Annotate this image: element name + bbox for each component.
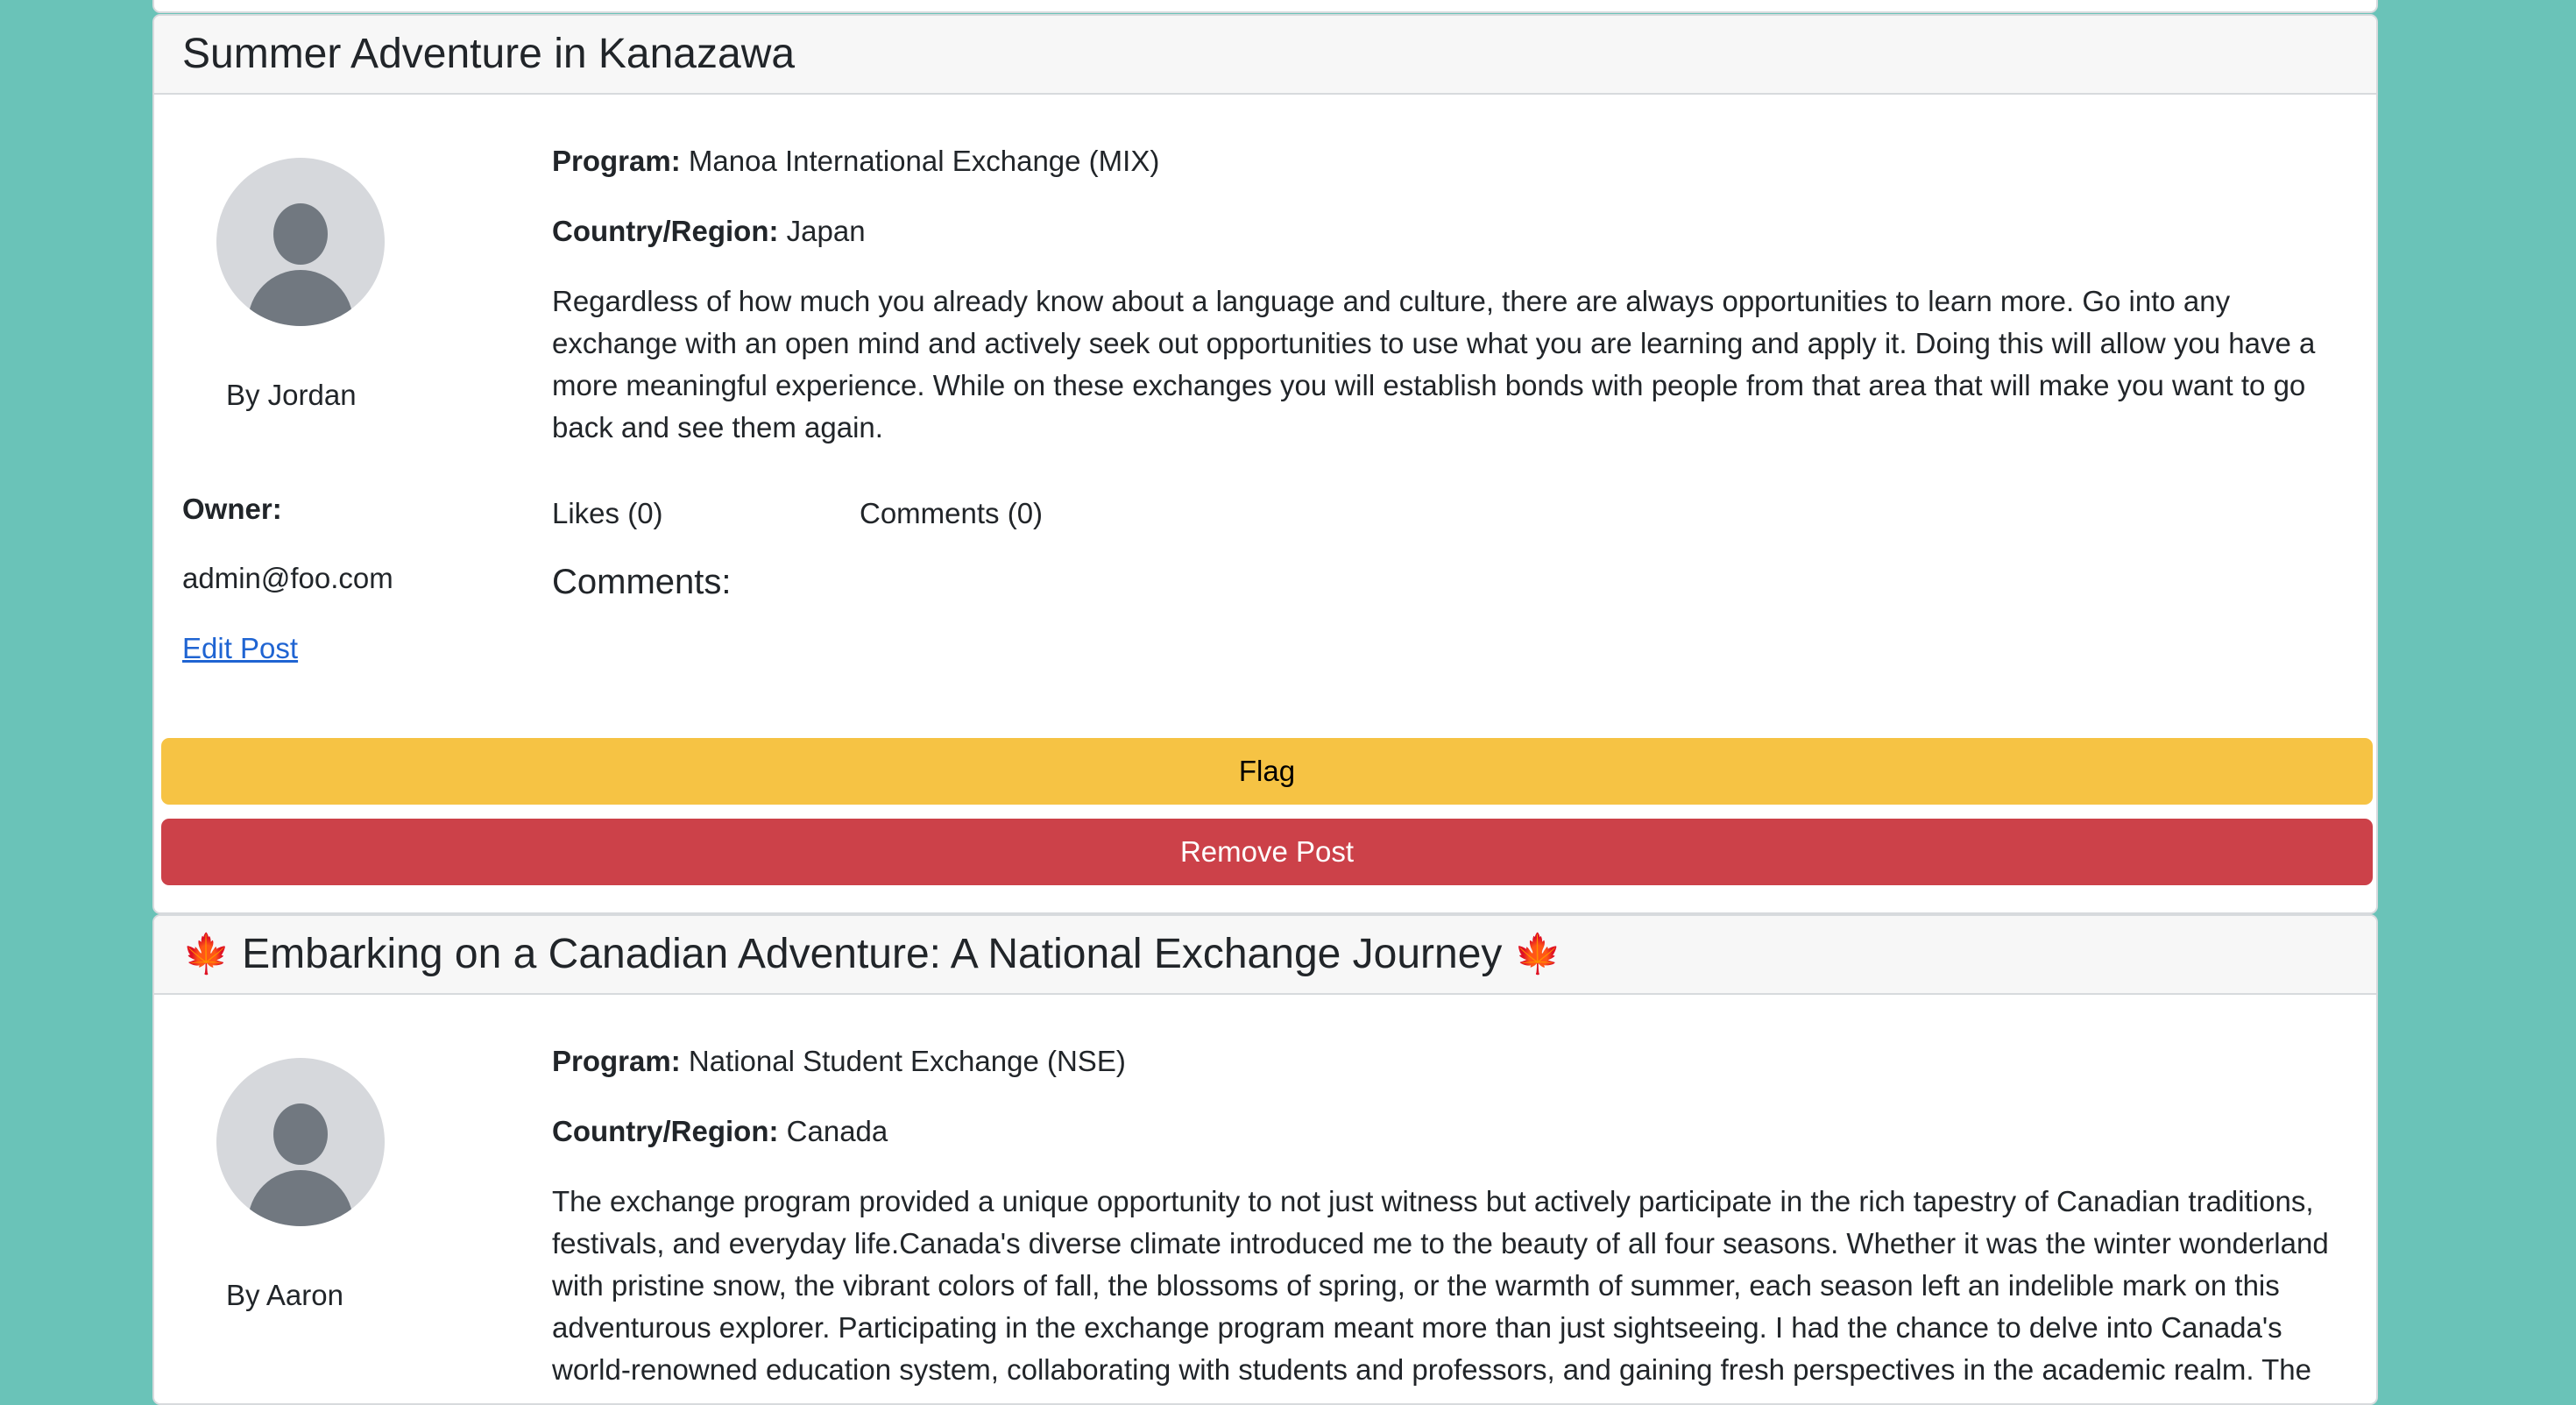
owner-email: admin@foo.com (182, 562, 393, 594)
post-author: By Jordan (226, 379, 357, 411)
program-label: Program: (552, 145, 681, 177)
posts-container: Summer Adventure in Kanazawa By Jordan O… (152, 0, 2381, 1405)
edit-post-link[interactable]: Edit Post (182, 631, 298, 666)
post-description: The exchange program provided a unique o… (552, 1185, 2329, 1386)
country-label: Country/Region: (552, 1115, 779, 1147)
post-header: Summer Adventure in Kanazawa (154, 16, 2376, 95)
post-title: Summer Adventure in Kanazawa (182, 31, 796, 77)
post-header: 🍁 Embarking on a Canadian Adventure: A N… (154, 916, 2376, 995)
comments-heading: Comments: (552, 563, 732, 601)
program-field: Program: Manoa International Exchange (M… (552, 144, 1159, 179)
country-field: Country/Region: Japan (552, 214, 866, 249)
avatar-icon (216, 1058, 385, 1226)
country-value: Canada (786, 1115, 888, 1147)
post-title-row: 🍁 Embarking on a Canadian Adventure: A N… (182, 930, 1562, 979)
owner-label: Owner: (182, 493, 282, 525)
post-card: 🍁 Embarking on a Canadian Adventure: A N… (152, 914, 2378, 1405)
likes-button[interactable]: Likes (0) (552, 496, 663, 531)
country-field: Country/Region: Canada (552, 1114, 888, 1149)
flag-button[interactable]: Flag (161, 738, 2373, 805)
program-value: Manoa International Exchange (MIX) (688, 145, 1160, 177)
country-label: Country/Region: (552, 215, 779, 247)
avatar-icon (216, 158, 385, 326)
post-author: By Aaron (226, 1279, 343, 1311)
previous-post-card (152, 0, 2378, 13)
maple-leaf-icon: 🍁 (182, 933, 230, 976)
program-value: National Student Exchange (NSE) (688, 1045, 1126, 1077)
program-field: Program: National Student Exchange (NSE) (552, 1044, 1126, 1079)
post-description: Regardless of how much you already know … (552, 285, 2316, 443)
country-value: Japan (786, 215, 866, 247)
remove-post-button[interactable]: Remove Post (161, 819, 2373, 885)
post-title: Embarking on a Canadian Adventure: A Nat… (242, 931, 1503, 977)
comments-count[interactable]: Comments (0) (860, 496, 1043, 531)
program-label: Program: (552, 1045, 681, 1077)
post-card: Summer Adventure in Kanazawa By Jordan O… (152, 14, 2378, 914)
maple-leaf-icon: 🍁 (1513, 933, 1562, 976)
